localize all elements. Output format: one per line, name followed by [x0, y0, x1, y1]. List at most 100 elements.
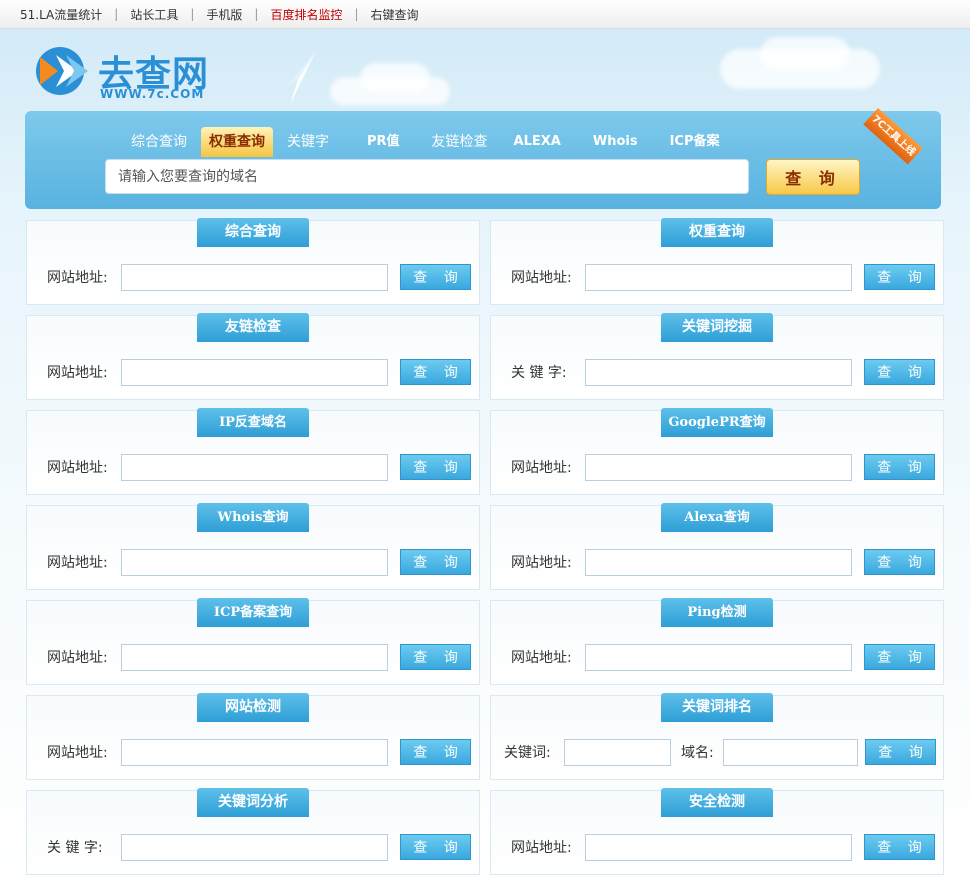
field-label: 网站地址:: [47, 650, 108, 666]
field-label: 网站地址:: [47, 365, 108, 381]
card-title: 网站检测: [197, 693, 309, 722]
card-keyword-mining: 关键词挖掘 关 键 字: 查 询: [490, 313, 944, 400]
card-title: 权重查询: [661, 218, 773, 247]
nav-separator: |: [354, 7, 359, 21]
card-icp: ICP备案查询 网站地址: 查 询: [26, 598, 480, 685]
nav-link-51la[interactable]: 51.LA流量统计: [20, 6, 102, 23]
field-label: 网站地址:: [511, 555, 572, 571]
search-panel: 综合查询 权重查询 关键字 PR值 友链检查 ALEXA Whois ICP备案…: [25, 111, 941, 209]
card-title: IP反查域名: [197, 408, 309, 437]
nav-link-right-click-query[interactable]: 右键查询: [371, 6, 419, 23]
nav-link-baidu-rank-monitor[interactable]: 百度排名监控: [270, 6, 342, 23]
field-label: 网站地址:: [47, 555, 108, 571]
url-input[interactable]: [121, 264, 388, 291]
url-input[interactable]: [585, 549, 852, 576]
query-button[interactable]: 查 询: [400, 644, 471, 670]
query-button[interactable]: 查 询: [864, 834, 935, 860]
cloud-decoration: [760, 37, 850, 71]
domain-label: 域名:: [681, 745, 714, 761]
card-title: 综合查询: [197, 218, 309, 247]
card-title: 安全检测: [661, 788, 773, 817]
query-button[interactable]: 查 询: [864, 644, 935, 670]
card-title: Alexa查询: [661, 503, 773, 532]
field-label: 关 键 字:: [511, 365, 567, 381]
keyword-input[interactable]: [121, 834, 388, 861]
domain-search-input[interactable]: [105, 159, 749, 194]
query-button[interactable]: 查 询: [865, 739, 936, 765]
card-link-check: 友链检查 网站地址: 查 询: [26, 313, 480, 400]
keyword-input[interactable]: [585, 359, 852, 386]
tab-comprehensive[interactable]: 综合查询: [123, 127, 195, 157]
card-title: Ping检测: [661, 598, 773, 627]
query-button[interactable]: 查 询: [864, 549, 935, 575]
card-weight-query: 权重查询 网站地址: 查 询: [490, 218, 944, 305]
query-button[interactable]: 查 询: [400, 739, 471, 765]
query-button[interactable]: 查 询: [400, 549, 471, 575]
card-site-check: 网站检测 网站地址: 查 询: [26, 693, 480, 780]
field-label: 关 键 字:: [47, 840, 103, 856]
card-ip-reverse: IP反查域名 网站地址: 查 询: [26, 408, 480, 495]
field-label: 网站地址:: [47, 745, 108, 761]
card-ping: Ping检测 网站地址: 查 询: [490, 598, 944, 685]
tab-weight[interactable]: 权重查询: [201, 127, 273, 157]
query-button[interactable]: 查 询: [864, 359, 935, 385]
field-label: 网站地址:: [47, 270, 108, 286]
url-input[interactable]: [121, 644, 388, 671]
search-button[interactable]: 查 询: [766, 159, 860, 195]
field-label: 网站地址:: [511, 460, 572, 476]
query-button[interactable]: 查 询: [400, 264, 471, 290]
tab-whois[interactable]: Whois: [585, 127, 646, 157]
url-input[interactable]: [585, 644, 852, 671]
card-title: GooglePR查询: [661, 408, 773, 437]
keyword-input[interactable]: [564, 739, 671, 766]
card-whois: Whois查询 网站地址: 查 询: [26, 503, 480, 590]
url-input[interactable]: [121, 359, 388, 386]
field-label: 网站地址:: [511, 270, 572, 286]
keyword-label: 关键词:: [504, 745, 551, 761]
nav-link-mobile[interactable]: 手机版: [206, 6, 242, 23]
domain-input[interactable]: [723, 739, 858, 766]
logo-url: WWW.7c.COM: [100, 87, 205, 101]
nav-separator: |: [254, 7, 259, 21]
tab-icp[interactable]: ICP备案: [662, 127, 728, 157]
paper-plane-icon: [284, 51, 316, 105]
url-input[interactable]: [121, 549, 388, 576]
query-button[interactable]: 查 询: [864, 454, 935, 480]
field-label: 网站地址:: [47, 460, 108, 476]
tab-alexa[interactable]: ALEXA: [506, 127, 569, 157]
url-input[interactable]: [585, 264, 852, 291]
nav-link-webmaster-tools[interactable]: 站长工具: [130, 6, 178, 23]
query-button[interactable]: 查 询: [400, 454, 471, 480]
query-button[interactable]: 查 询: [400, 834, 471, 860]
tab-pr[interactable]: PR值: [359, 127, 408, 157]
card-title: 关键词挖掘: [661, 313, 773, 342]
cloud-decoration: [360, 63, 430, 93]
field-label: 网站地址:: [511, 650, 572, 666]
url-input[interactable]: [121, 739, 388, 766]
logo-arrow-icon: [36, 47, 88, 95]
card-comprehensive-query: 综合查询 网站地址: 查 询: [26, 218, 480, 305]
url-input[interactable]: [585, 454, 852, 481]
card-title: 关键词分析: [197, 788, 309, 817]
url-input[interactable]: [121, 454, 388, 481]
card-google-pr: GooglePR查询 网站地址: 查 询: [490, 408, 944, 495]
nav-separator: |: [114, 7, 119, 21]
tab-link-check[interactable]: 友链检查: [424, 127, 496, 157]
tab-keyword[interactable]: 关键字: [279, 127, 337, 157]
top-nav-bar: 51.LA流量统计 | 站长工具 | 手机版 | 百度排名监控 | 右键查询: [0, 0, 970, 29]
query-button[interactable]: 查 询: [864, 264, 935, 290]
card-title: Whois查询: [197, 503, 309, 532]
search-tabs: 综合查询 权重查询 关键字 PR值 友链检查 ALEXA Whois ICP备案: [123, 127, 734, 157]
query-button[interactable]: 查 询: [400, 359, 471, 385]
nav-separator: |: [190, 7, 195, 21]
site-header: 去查网 WWW.7c.COM: [0, 29, 970, 111]
card-keyword-rank: 关键词排名 关键词: 域名: 查 询: [490, 693, 944, 780]
card-alexa: Alexa查询 网站地址: 查 询: [490, 503, 944, 590]
card-title: 关键词排名: [661, 693, 773, 722]
url-input[interactable]: [585, 834, 852, 861]
card-security-check: 安全检测 网站地址: 查 询: [490, 788, 944, 875]
field-label: 网站地址:: [511, 840, 572, 856]
site-logo[interactable]: 去查网 WWW.7c.COM: [34, 43, 224, 103]
card-title: ICP备案查询: [197, 598, 309, 627]
card-title: 友链检查: [197, 313, 309, 342]
